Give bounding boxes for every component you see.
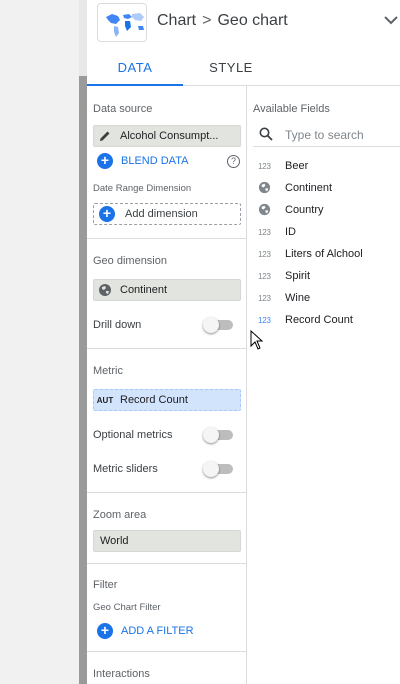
geo-dimension-title: Geo dimension: [93, 255, 167, 267]
blend-data-label: BLEND DATA: [121, 155, 189, 167]
plus-circle-icon: +: [97, 153, 113, 169]
field-name: ID: [285, 226, 296, 238]
field-item-record-count[interactable]: 123 Record Count: [258, 311, 398, 329]
field-name: Continent: [285, 182, 333, 194]
metric-sliders-label: Metric sliders: [93, 463, 158, 475]
field-search: [256, 126, 400, 144]
globe-icon: [258, 203, 278, 218]
divider: [87, 651, 247, 652]
breadcrumb-root[interactable]: Chart: [157, 12, 196, 29]
breadcrumb-separator: >: [202, 12, 212, 29]
number-type-icon: 123: [258, 315, 271, 325]
globe-icon: [94, 280, 116, 300]
search-icon: [259, 127, 273, 141]
number-type-icon: 123: [258, 227, 271, 237]
data-source-name: Alcohol Consumpt...: [120, 130, 219, 142]
field-item-spirit[interactable]: 123 Spirit: [258, 267, 398, 285]
metric-chip[interactable]: AUT Record Count: [93, 389, 241, 411]
add-filter-button[interactable]: + ADD A FILTER: [97, 623, 194, 639]
geo-chart-filter-title: Geo Chart Filter: [93, 602, 161, 613]
divider: [87, 238, 247, 239]
geo-dimension-chip[interactable]: Continent: [93, 279, 241, 301]
plus-circle-icon: +: [99, 206, 115, 222]
properties-header: Chart > Geo chart: [87, 0, 400, 46]
interactions-title: Interactions: [93, 668, 150, 680]
tab-style[interactable]: STYLE: [183, 46, 279, 86]
zoom-area-select[interactable]: World: [93, 530, 241, 552]
number-type-icon: 123: [258, 293, 271, 303]
geo-dimension-value: Continent: [120, 284, 168, 296]
chevron-down-icon[interactable]: [383, 12, 399, 28]
tab-bar: DATA STYLE: [87, 46, 400, 86]
drill-down-label: Drill down: [93, 319, 142, 331]
zoom-area-value: World: [100, 535, 129, 547]
gutter-scroll-track: [79, 76, 87, 684]
add-dimension-button[interactable]: + Add dimension: [93, 203, 241, 225]
drill-down-row: Drill down: [93, 317, 241, 335]
optional-metrics-toggle[interactable]: [203, 427, 233, 443]
pencil-icon[interactable]: [94, 126, 116, 146]
field-item-country[interactable]: Country: [258, 201, 398, 219]
field-item-liters[interactable]: 123 Liters of Alchool: [258, 245, 398, 263]
field-item-beer[interactable]: 123 Beer: [258, 157, 398, 175]
config-panel: Data source Alcohol Consumpt... + BLEND …: [87, 86, 247, 684]
toggle-knob: [203, 317, 219, 333]
metric-title: Metric: [93, 365, 123, 377]
breadcrumb: Chart > Geo chart: [157, 12, 288, 30]
drill-down-toggle[interactable]: [203, 317, 233, 333]
toggle-knob: [203, 461, 219, 477]
data-source-chip[interactable]: Alcohol Consumpt...: [93, 125, 241, 147]
gutter-top: [79, 0, 87, 76]
blend-data-button[interactable]: + BLEND DATA: [97, 153, 188, 169]
date-range-title: Date Range Dimension: [93, 183, 192, 194]
field-name: Wine: [285, 292, 311, 304]
available-fields-title: Available Fields: [253, 103, 330, 115]
mouse-cursor-icon: [250, 330, 264, 350]
field-name: Country: [285, 204, 324, 216]
field-item-id[interactable]: 123 ID: [258, 223, 398, 241]
field-name: Record Count: [285, 314, 353, 326]
data-source-title: Data source: [93, 103, 153, 115]
metric-sliders-toggle[interactable]: [203, 461, 233, 477]
help-circle-icon[interactable]: ?: [227, 155, 240, 168]
metric-sliders-row: Metric sliders: [93, 461, 241, 479]
divider: [87, 563, 247, 564]
plus-circle-icon: +: [97, 623, 113, 639]
divider: [87, 492, 247, 493]
toggle-knob: [203, 427, 219, 443]
field-name: Beer: [285, 160, 309, 172]
globe-icon: [258, 181, 278, 196]
field-item-wine[interactable]: 123 Wine: [258, 289, 398, 307]
add-dimension-label: Add dimension: [125, 208, 198, 220]
optional-metrics-row: Optional metrics: [93, 427, 241, 445]
breadcrumb-current[interactable]: Geo chart: [217, 12, 287, 29]
field-name: Spirit: [285, 270, 311, 282]
filter-title: Filter: [93, 579, 118, 591]
tab-data[interactable]: DATA: [87, 46, 183, 86]
number-type-icon: 123: [258, 249, 271, 259]
aggregation-badge[interactable]: AUT: [94, 396, 116, 405]
search-underline: [253, 146, 400, 147]
divider: [87, 348, 247, 349]
number-type-icon: 123: [258, 161, 271, 171]
field-item-continent[interactable]: Continent: [258, 179, 398, 197]
geo-chart-thumbnail-icon[interactable]: [97, 3, 147, 42]
add-filter-label: ADD A FILTER: [121, 625, 194, 637]
left-gutter: [0, 0, 79, 684]
available-fields-panel: Available Fields 123 Beer Continent Coun…: [248, 86, 400, 684]
optional-metrics-label: Optional metrics: [93, 429, 173, 441]
zoom-area-title: Zoom area: [93, 509, 147, 521]
number-type-icon: 123: [258, 271, 271, 281]
metric-value: Record Count: [120, 394, 188, 406]
field-name: Liters of Alchool: [285, 248, 363, 260]
search-input[interactable]: [285, 126, 400, 144]
